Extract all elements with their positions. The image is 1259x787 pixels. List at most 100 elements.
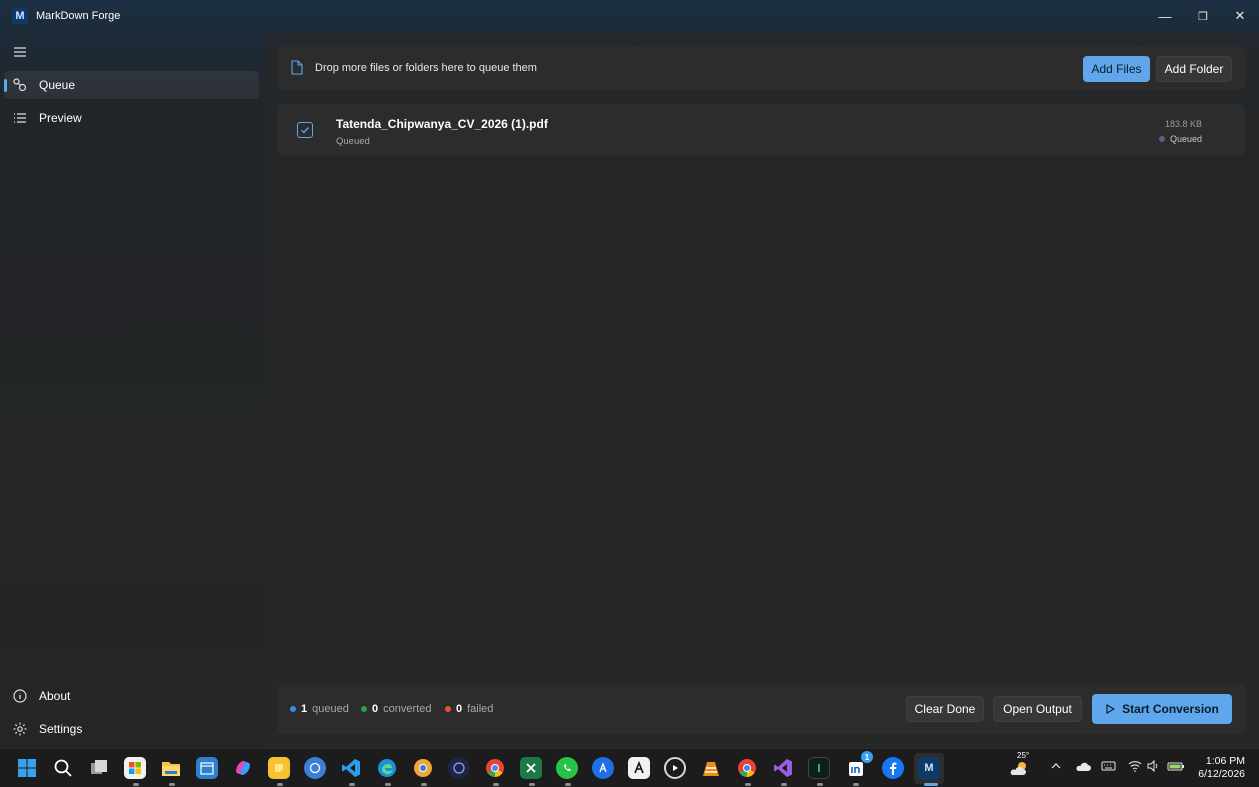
list-item[interactable]: Tatenda_Chipwanya_CV_2026 (1).pdf Queued… bbox=[277, 104, 1245, 156]
app-store-icon[interactable] bbox=[592, 757, 614, 779]
converted-dot-icon bbox=[361, 706, 367, 712]
file-size: 183.8 KB bbox=[1164, 119, 1202, 129]
facebook-icon[interactable] bbox=[882, 757, 904, 779]
visual-studio-icon[interactable] bbox=[772, 757, 794, 779]
running-indicator bbox=[565, 783, 571, 786]
app-logo-icon: M bbox=[12, 8, 28, 24]
stat-count: 1 bbox=[301, 703, 308, 715]
copilot-icon[interactable] bbox=[232, 757, 254, 779]
dark-app-icon[interactable] bbox=[448, 757, 470, 779]
add-files-button[interactable]: Add Files bbox=[1083, 56, 1150, 82]
app-window: M MarkDown Forge — ❐ ✕ Queue Preview Abo… bbox=[0, 0, 1259, 748]
add-folder-button[interactable]: Add Folder bbox=[1156, 56, 1232, 82]
calendar-app-icon[interactable] bbox=[196, 757, 218, 779]
running-indicator bbox=[745, 783, 751, 786]
sync-app-icon[interactable] bbox=[304, 757, 326, 779]
sidebar-item-settings[interactable]: Settings bbox=[4, 715, 259, 743]
maximize-button[interactable]: ❐ bbox=[1184, 0, 1222, 32]
onedrive-icon[interactable] bbox=[1075, 760, 1091, 775]
start-conversion-label: Start Conversion bbox=[1122, 702, 1219, 716]
start-conversion-button[interactable]: Start Conversion bbox=[1092, 694, 1232, 724]
chrome-profile-icon[interactable] bbox=[736, 757, 758, 779]
status-badge-label: Queued bbox=[1169, 134, 1202, 144]
start-icon[interactable] bbox=[16, 757, 38, 779]
status-badge: Queued bbox=[1158, 134, 1202, 144]
failed-dot-icon bbox=[445, 706, 451, 712]
queue-icon bbox=[12, 77, 28, 93]
action-bar: 1 queued 0 converted 0 failed Clear Done… bbox=[277, 684, 1245, 734]
status-dot-icon bbox=[1158, 136, 1165, 142]
running-indicator bbox=[169, 783, 175, 786]
list-icon bbox=[12, 110, 28, 126]
sidebar-item-label: Queue bbox=[39, 78, 76, 92]
volume-icon[interactable] bbox=[1147, 759, 1161, 775]
excel-icon[interactable] bbox=[520, 757, 542, 779]
keyboard-icon[interactable] bbox=[1101, 760, 1116, 775]
terminal-app-icon[interactable] bbox=[808, 757, 830, 779]
sidebar-item-label: About bbox=[39, 689, 71, 703]
weather-icon[interactable]: 25° bbox=[1006, 751, 1032, 779]
open-output-button[interactable]: Open Output bbox=[993, 696, 1082, 722]
clock-time: 1:06 PM bbox=[1205, 755, 1245, 767]
close-button[interactable]: ✕ bbox=[1221, 0, 1259, 32]
file-checkbox[interactable] bbox=[297, 122, 313, 138]
running-indicator bbox=[277, 783, 283, 786]
play-icon bbox=[1106, 704, 1116, 714]
vlc-icon[interactable] bbox=[700, 757, 722, 779]
vscode-icon[interactable] bbox=[340, 757, 362, 779]
active-indicator bbox=[924, 783, 938, 786]
edge-icon[interactable] bbox=[376, 757, 398, 779]
chevron-up-icon[interactable] bbox=[1050, 760, 1062, 775]
sidebar-item-queue[interactable]: Queue bbox=[4, 71, 259, 99]
sidebar-item-about[interactable]: About bbox=[4, 682, 259, 710]
whatsapp-icon[interactable] bbox=[556, 757, 578, 779]
notification-badge: 1 bbox=[861, 751, 873, 763]
markdown-forge-taskbar-icon[interactable]: M bbox=[918, 757, 940, 779]
a-app-icon[interactable] bbox=[628, 757, 650, 779]
running-indicator bbox=[133, 783, 139, 786]
hamburger-menu-icon[interactable] bbox=[10, 42, 30, 62]
sidebar: Queue Preview About Settings bbox=[0, 32, 264, 748]
running-indicator bbox=[529, 783, 535, 786]
running-indicator bbox=[853, 783, 859, 786]
sticky-notes-icon[interactable] bbox=[268, 757, 290, 779]
chrome-canary-icon[interactable] bbox=[412, 757, 434, 779]
weather-temp: 25° bbox=[1017, 751, 1030, 760]
sidebar-item-label: Settings bbox=[39, 722, 83, 736]
system-clock[interactable]: 1:06 PM 6/12/2026 bbox=[1198, 755, 1245, 781]
drop-zone[interactable]: Drop more files or folders here to queue… bbox=[277, 46, 1245, 90]
sidebar-item-label: Preview bbox=[39, 111, 82, 125]
main-content: Drop more files or folders here to queue… bbox=[264, 32, 1259, 748]
wifi-icon[interactable] bbox=[1128, 760, 1142, 775]
stat-count: 0 bbox=[456, 703, 463, 715]
chrome-icon[interactable] bbox=[484, 757, 506, 779]
app-title: MarkDown Forge bbox=[36, 10, 121, 22]
clear-done-button[interactable]: Clear Done bbox=[906, 696, 984, 722]
search-icon[interactable] bbox=[52, 757, 74, 779]
running-indicator bbox=[385, 783, 391, 786]
running-indicator bbox=[349, 783, 355, 786]
microsoft-store-icon[interactable] bbox=[124, 757, 146, 779]
gear-icon bbox=[12, 721, 28, 737]
file-icon bbox=[291, 60, 303, 80]
taskbar: 1 M 25° 1:06 PM 6/12/2026 bbox=[0, 748, 1259, 787]
stat-label: converted bbox=[383, 703, 432, 715]
running-indicator bbox=[781, 783, 787, 786]
stat-queued: 1 queued bbox=[290, 703, 349, 715]
file-explorer-icon[interactable] bbox=[160, 757, 182, 779]
battery-icon[interactable] bbox=[1167, 760, 1185, 775]
running-indicator bbox=[421, 783, 427, 786]
stat-failed: 0 failed bbox=[445, 703, 493, 715]
stat-count: 0 bbox=[372, 703, 379, 715]
sidebar-item-preview[interactable]: Preview bbox=[4, 104, 259, 132]
linkedin-icon[interactable]: 1 bbox=[846, 751, 873, 779]
file-status: Queued bbox=[336, 136, 370, 147]
media-player-icon[interactable] bbox=[664, 757, 686, 779]
stat-label: failed bbox=[467, 703, 494, 715]
stat-label: queued bbox=[312, 703, 349, 715]
stat-converted: 0 converted bbox=[361, 703, 431, 715]
file-name: Tatenda_Chipwanya_CV_2026 (1).pdf bbox=[336, 117, 548, 131]
task-view-icon[interactable] bbox=[88, 757, 110, 779]
minimize-button[interactable]: — bbox=[1146, 0, 1184, 32]
clock-date: 6/12/2026 bbox=[1198, 768, 1245, 780]
